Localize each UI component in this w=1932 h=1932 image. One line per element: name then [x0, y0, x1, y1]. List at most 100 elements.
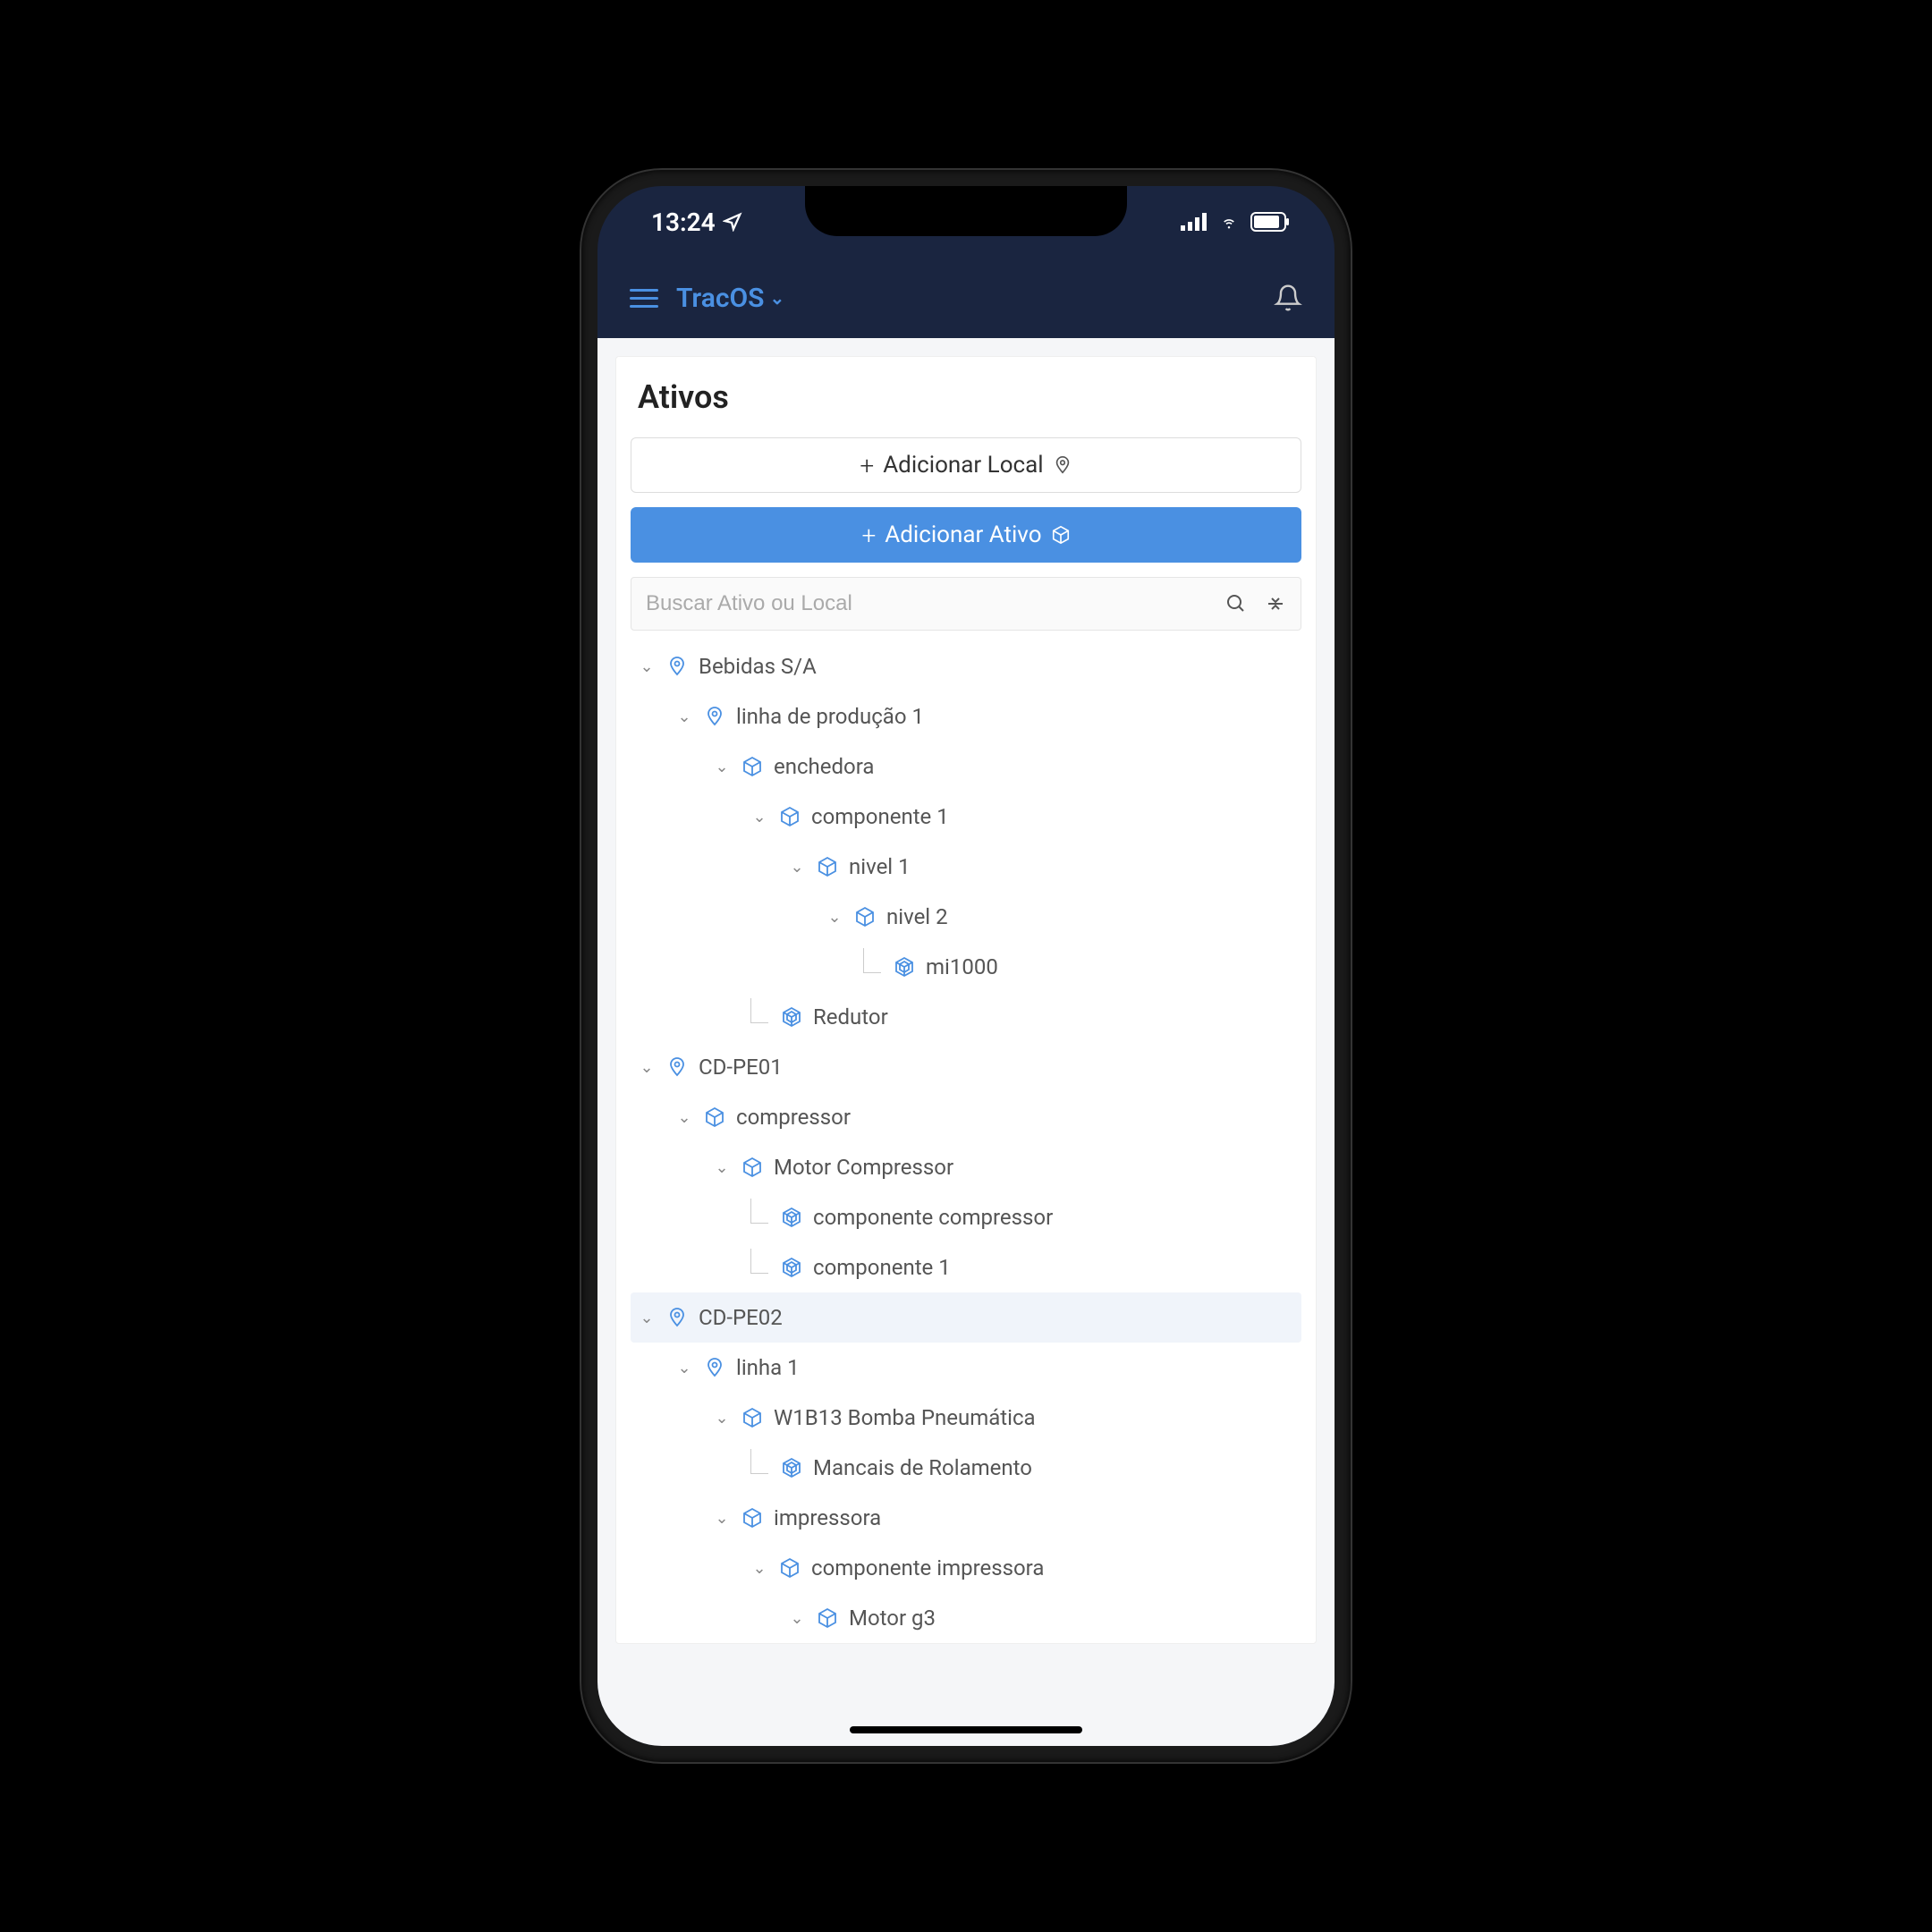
tree-item[interactable]: ⌄ Motor Compressor: [631, 1142, 1301, 1192]
search-input[interactable]: [646, 591, 1225, 616]
diamond-icon: [779, 1004, 804, 1030]
tree-item[interactable]: Mancais de Rolamento: [631, 1443, 1301, 1493]
tree-item[interactable]: componente compressor: [631, 1192, 1301, 1242]
chevron-down-icon[interactable]: ⌄: [675, 1359, 693, 1377]
diamond-icon: [892, 954, 917, 979]
home-indicator[interactable]: [850, 1726, 1082, 1733]
chevron-down-icon[interactable]: ⌄: [713, 1509, 731, 1528]
tree-item-label: Motor g3: [849, 1606, 936, 1631]
search-icon: [1225, 593, 1247, 614]
tree-item[interactable]: mi1000: [631, 942, 1301, 992]
box-icon: [1051, 525, 1071, 545]
notifications-button[interactable]: [1274, 284, 1302, 312]
pin-icon: [1053, 455, 1072, 475]
tree-item[interactable]: ⌄ nivel 1: [631, 842, 1301, 892]
app-title-label: TracOS: [676, 283, 764, 314]
cellular-icon: [1181, 213, 1208, 231]
chevron-down-icon[interactable]: ⌄: [788, 1609, 806, 1628]
tree-elbow: [750, 1249, 768, 1274]
tree-elbow: [750, 1449, 768, 1474]
app-title-dropdown[interactable]: TracOS ⌄: [676, 283, 784, 314]
add-location-button[interactable]: + Adicionar Local: [631, 437, 1301, 493]
tree-item[interactable]: ⌄enchedora: [631, 741, 1301, 792]
box-icon: [777, 1555, 802, 1580]
box-icon: [740, 1155, 765, 1180]
tree-item-label: Motor Compressor: [774, 1155, 953, 1180]
collapse-expand-button[interactable]: [1265, 593, 1286, 614]
chevron-down-icon[interactable]: ⌄: [638, 1309, 656, 1327]
tree-item[interactable]: ⌄ componente impressora: [631, 1543, 1301, 1593]
chevron-down-icon[interactable]: ⌄: [638, 1058, 656, 1077]
chevron-down-icon[interactable]: ⌄: [713, 1158, 731, 1177]
diamond-icon: [779, 1455, 804, 1480]
add-asset-button[interactable]: + Adicionar Ativo: [631, 507, 1301, 563]
tree-item[interactable]: ⌄ CD-PE01: [631, 1042, 1301, 1092]
tree-item-label: Bebidas S/A: [699, 654, 817, 679]
add-location-label: Adicionar Local: [883, 452, 1043, 479]
tree-item-label: W1B13 Bomba Pneumática: [774, 1405, 1036, 1430]
plus-icon: +: [861, 521, 876, 550]
tree-item[interactable]: componente 1: [631, 1242, 1301, 1292]
box-icon: [852, 904, 877, 929]
tree-item[interactable]: ⌄ impressora: [631, 1493, 1301, 1543]
tree-item[interactable]: ⌄ nivel 2: [631, 892, 1301, 942]
box-icon: [740, 754, 765, 779]
tree-item-label: linha 1: [736, 1355, 800, 1380]
chevron-down-icon[interactable]: ⌄: [788, 858, 806, 877]
assets-card: Ativos + Adicionar Local + Adicionar Ati…: [615, 356, 1317, 1644]
diamond-icon: [779, 1255, 804, 1280]
add-asset-label: Adicionar Ativo: [885, 521, 1041, 548]
tree-item-label: CD-PE01: [699, 1055, 783, 1080]
chevron-down-icon[interactable]: ⌄: [826, 908, 843, 927]
tree-item[interactable]: ⌄ linha 1: [631, 1343, 1301, 1393]
chevron-down-icon[interactable]: ⌄: [675, 1108, 693, 1127]
notch: [805, 186, 1127, 236]
tree-item[interactable]: ⌄ componente 1: [631, 792, 1301, 842]
tree-item[interactable]: ⌄ Motor g3: [631, 1593, 1301, 1643]
phone-screen: 13:24: [597, 186, 1335, 1746]
tree-item-label: Mancais de Rolamento: [813, 1455, 1032, 1480]
tree-item-label: componente impressora: [811, 1555, 1044, 1580]
tree-item[interactable]: ⌄ linha de produção 1: [631, 691, 1301, 741]
tree-item-label: componente 1: [813, 1255, 951, 1280]
search-icon-button[interactable]: [1225, 593, 1247, 614]
tree-item-label: impressora: [774, 1505, 881, 1530]
pin-icon: [702, 704, 727, 729]
chevron-down-icon[interactable]: ⌄: [713, 758, 731, 776]
box-icon: [815, 1606, 840, 1631]
asset-tree: ⌄ Bebidas S/A ⌄ linha de produção 1 ⌄enchedo…: [631, 641, 1301, 1643]
tree-item[interactable]: ⌄compressor: [631, 1092, 1301, 1142]
tree-item-label: componente 1: [811, 804, 949, 829]
diamond-icon: [779, 1205, 804, 1230]
tree-item-label: componente compressor: [813, 1205, 1053, 1230]
menu-button[interactable]: [630, 289, 658, 308]
phone-frame: 13:24: [581, 170, 1351, 1762]
chevron-down-icon[interactable]: ⌄: [675, 708, 693, 726]
tree-item-label: nivel 1: [849, 854, 911, 879]
chevron-down-icon[interactable]: ⌄: [750, 808, 768, 826]
tree-elbow: [863, 948, 881, 973]
tree-elbow: [750, 1199, 768, 1224]
tree-item[interactable]: ⌄ CD-PE02: [631, 1292, 1301, 1343]
box-icon: [702, 1105, 727, 1130]
tree-item-label: Redutor: [813, 1004, 888, 1030]
tree-item-label: CD-PE02: [699, 1305, 783, 1330]
content-area[interactable]: Ativos + Adicionar Local + Adicionar Ati…: [597, 338, 1335, 1746]
tree-elbow: [750, 998, 768, 1023]
battery-icon: [1250, 212, 1290, 232]
box-icon: [777, 804, 802, 829]
tree-item-label: nivel 2: [886, 904, 948, 929]
chevron-down-icon[interactable]: ⌄: [750, 1559, 768, 1578]
collapse-icon: [1265, 593, 1286, 614]
chevron-down-icon[interactable]: ⌄: [638, 657, 656, 676]
chevron-down-icon[interactable]: ⌄: [713, 1409, 731, 1428]
tree-item[interactable]: Redutor: [631, 992, 1301, 1042]
box-icon: [740, 1505, 765, 1530]
search-row: [631, 577, 1301, 631]
box-icon: [740, 1405, 765, 1430]
status-time: 13:24: [651, 208, 716, 237]
tree-item[interactable]: ⌄ W1B13 Bomba Pneumática: [631, 1393, 1301, 1443]
tree-item-label: linha de produção 1: [736, 704, 924, 729]
pin-icon: [665, 654, 690, 679]
tree-item[interactable]: ⌄ Bebidas S/A: [631, 641, 1301, 691]
